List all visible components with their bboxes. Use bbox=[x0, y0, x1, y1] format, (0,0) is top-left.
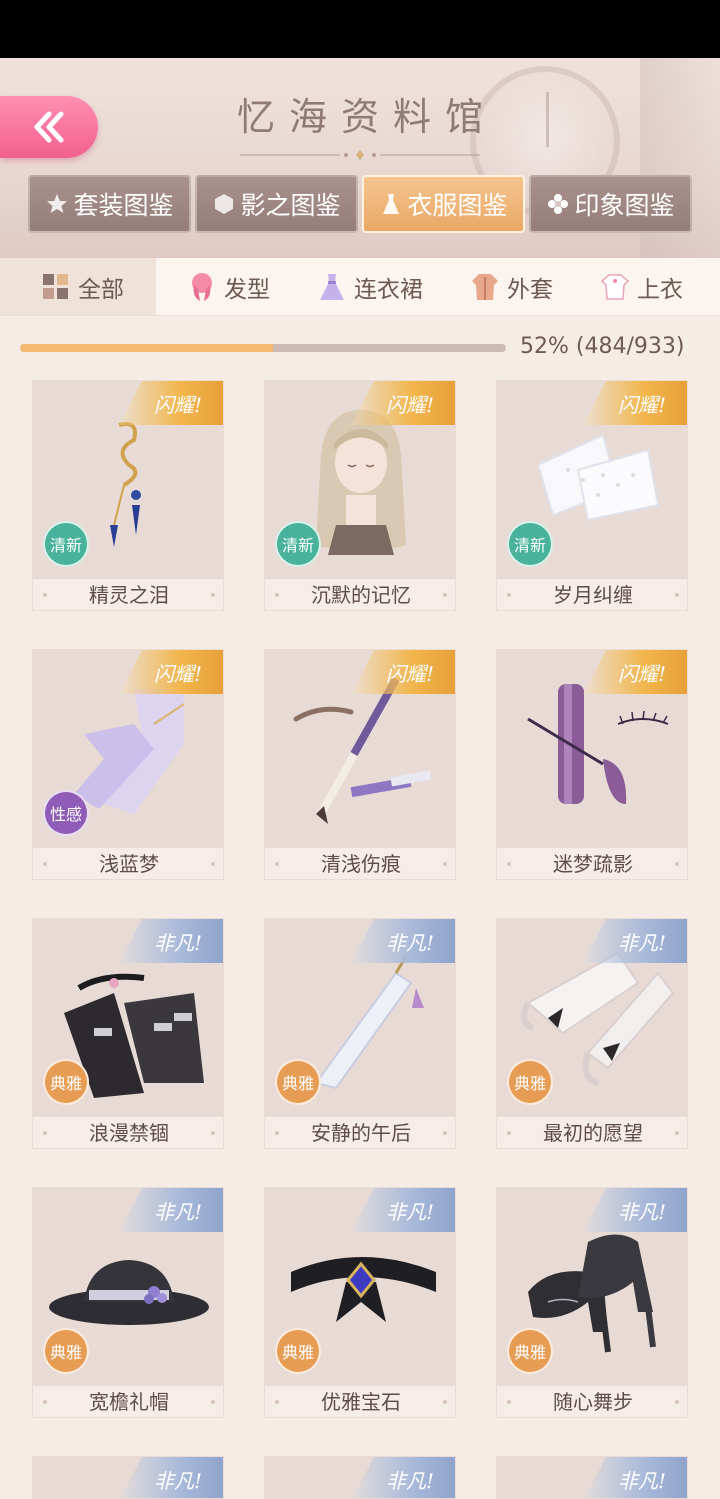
item-name: 沉默的记忆 bbox=[265, 579, 455, 610]
category-item[interactable]: 全部 bbox=[0, 258, 156, 315]
tab-label: 影之图鉴 bbox=[240, 191, 341, 220]
category-label: 外套 bbox=[507, 276, 553, 303]
item-name: 安静的午后 bbox=[265, 1117, 455, 1148]
hair-icon bbox=[192, 272, 212, 301]
item-card[interactable]: 非凡! bbox=[496, 1456, 688, 1499]
category-item[interactable]: 发型 bbox=[156, 258, 286, 315]
dress-icon bbox=[383, 194, 400, 214]
category-label: 上衣 bbox=[637, 276, 683, 303]
tab-dress[interactable]: 衣服图鉴 bbox=[362, 175, 525, 233]
category-label: 连衣裙 bbox=[354, 276, 423, 303]
item-name: 最初的愿望 bbox=[497, 1117, 687, 1148]
item-name: 宽檐礼帽 bbox=[33, 1386, 223, 1417]
title-ornament bbox=[240, 150, 480, 160]
flower-icon bbox=[548, 194, 569, 214]
rarity-ribbon: 非凡! bbox=[119, 1457, 223, 1498]
progress-fill bbox=[20, 344, 273, 352]
item-card[interactable]: 非凡! 典雅 随心舞步 bbox=[496, 1187, 688, 1418]
style-badge: 清新 bbox=[507, 521, 553, 567]
style-badge: 典雅 bbox=[275, 1059, 321, 1105]
style-badge: 典雅 bbox=[43, 1059, 89, 1105]
item-card[interactable]: 非凡! bbox=[264, 1456, 456, 1499]
tab-hexagon[interactable]: 影之图鉴 bbox=[195, 175, 358, 233]
coat-icon bbox=[472, 273, 498, 300]
style-badge: 典雅 bbox=[43, 1328, 89, 1374]
main-tabs: 套装图鉴 影之图鉴 衣服图鉴 印象图鉴 bbox=[28, 175, 692, 233]
item-card[interactable]: 非凡! 典雅 浪漫禁锢 bbox=[32, 918, 224, 1149]
rarity-ribbon: 非凡! bbox=[351, 1457, 455, 1498]
style-badge: 清新 bbox=[43, 521, 89, 567]
style-badge: 典雅 bbox=[507, 1059, 553, 1105]
style-badge: 性感 bbox=[43, 790, 89, 836]
style-badge: 典雅 bbox=[275, 1328, 321, 1374]
item-card[interactable]: 闪耀! 性感 浅蓝梦 bbox=[32, 649, 224, 880]
tab-flower[interactable]: 印象图鉴 bbox=[529, 175, 692, 233]
item-card[interactable]: 闪耀! 清浅伤痕 bbox=[264, 649, 456, 880]
item-card[interactable]: 非凡! 典雅 优雅宝石 bbox=[264, 1187, 456, 1418]
item-card[interactable]: 非凡! 典雅 宽檐礼帽 bbox=[32, 1187, 224, 1418]
partial-item-row: 非凡! 非凡! 非凡! bbox=[32, 1456, 692, 1499]
item-grid: 闪耀! 清新 精灵之泪 闪耀! 清新 沉默的记忆 闪耀! 清新 岁月纠缠 闪耀! 性感 浅蓝梦 闪耀! 清… bbox=[32, 380, 692, 1418]
item-name: 优雅宝石 bbox=[265, 1386, 455, 1417]
grid-icon bbox=[43, 273, 68, 299]
hexagon-icon bbox=[215, 194, 234, 214]
category-label: 发型 bbox=[224, 276, 270, 303]
item-card[interactable]: 非凡! bbox=[32, 1456, 224, 1499]
tab-star[interactable]: 套装图鉴 bbox=[28, 175, 191, 233]
progress-text: 52% (484/933) bbox=[520, 334, 685, 359]
item-name: 精灵之泪 bbox=[33, 579, 223, 610]
style-badge: 清新 bbox=[275, 521, 321, 567]
item-card[interactable]: 闪耀! 清新 精灵之泪 bbox=[32, 380, 224, 611]
rarity-ribbon: 非凡! bbox=[583, 1457, 687, 1498]
star-icon bbox=[47, 194, 68, 213]
item-name: 清浅伤痕 bbox=[265, 848, 455, 879]
item-name: 迷梦疏影 bbox=[497, 848, 687, 879]
category-item[interactable]: 外套 bbox=[439, 258, 569, 315]
tab-label: 衣服图鉴 bbox=[407, 191, 508, 220]
category-label: 全部 bbox=[78, 276, 124, 303]
dress-icon bbox=[320, 273, 344, 300]
item-name: 岁月纠缠 bbox=[497, 579, 687, 610]
tab-label: 印象图鉴 bbox=[574, 191, 675, 220]
page-title: 忆海资料馆 bbox=[236, 95, 497, 139]
status-bar bbox=[0, 0, 720, 58]
collection-progress-bar bbox=[20, 344, 506, 352]
item-name: 浅蓝梦 bbox=[33, 848, 223, 879]
category-bar: 全部 发型 连衣裙 外套 上衣 bbox=[0, 258, 720, 316]
category-item[interactable]: 连衣裙 bbox=[286, 258, 439, 315]
item-name: 浪漫禁锢 bbox=[33, 1117, 223, 1148]
shirt-icon bbox=[600, 273, 630, 300]
item-card[interactable]: 闪耀! 清新 岁月纠缠 bbox=[496, 380, 688, 611]
category-item[interactable]: 上衣 bbox=[569, 258, 699, 315]
tab-label: 套装图鉴 bbox=[73, 191, 174, 220]
item-card[interactable]: 闪耀! 清新 沉默的记忆 bbox=[264, 380, 456, 611]
item-name: 随心舞步 bbox=[497, 1386, 687, 1417]
item-card[interactable]: 闪耀! 迷梦疏影 bbox=[496, 649, 688, 880]
item-card[interactable]: 非凡! 典雅 最初的愿望 bbox=[496, 918, 688, 1149]
style-badge: 典雅 bbox=[507, 1328, 553, 1374]
item-card[interactable]: 非凡! 典雅 安静的午后 bbox=[264, 918, 456, 1149]
